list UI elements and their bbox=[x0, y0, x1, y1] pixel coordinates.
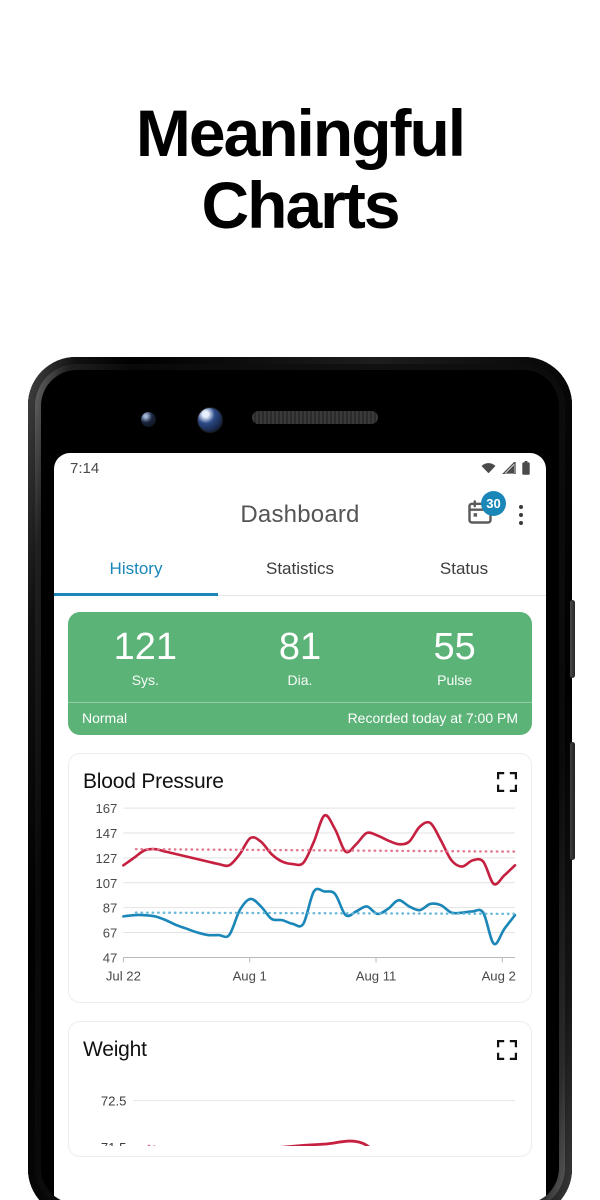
hero-line-1: Meaningful bbox=[135, 96, 466, 170]
y-axis-tick-label: 167 bbox=[95, 801, 117, 816]
y-axis-tick-label: 87 bbox=[103, 901, 118, 916]
metric-diastolic: 81 Dia. bbox=[223, 626, 378, 688]
x-axis-tick-label: Aug 1 bbox=[233, 969, 267, 984]
front-camera-secondary-icon bbox=[141, 412, 156, 427]
overflow-menu-button[interactable] bbox=[510, 500, 532, 530]
phone-power-button[interactable] bbox=[570, 600, 575, 678]
status-badge: Normal bbox=[82, 709, 128, 726]
phone-device-frame: 7:14 Dashboard 30 History Statistics Sta… bbox=[28, 357, 575, 1200]
kebab-dot bbox=[519, 505, 523, 509]
reading-metrics: 121 Sys. 81 Dia. 55 Pulse bbox=[68, 612, 532, 702]
tab-status[interactable]: Status bbox=[382, 547, 546, 595]
app-bar: Dashboard 30 bbox=[54, 483, 546, 547]
hero-line-2: Charts bbox=[201, 167, 400, 242]
hero-headline: Meaningful Charts bbox=[0, 100, 600, 242]
calendar-badge-count: 30 bbox=[481, 491, 506, 516]
y-axis-tick-label: 127 bbox=[95, 851, 117, 866]
chart-line-weight bbox=[273, 1139, 371, 1147]
x-axis-tick-label: Aug 21 bbox=[482, 969, 517, 984]
reading-footer: Normal Recorded today at 7:00 PM bbox=[68, 701, 532, 735]
phone-volume-button[interactable] bbox=[570, 742, 575, 860]
card-title: Weight bbox=[83, 1037, 147, 1061]
metric-value: 121 bbox=[113, 626, 178, 668]
latest-reading-card[interactable]: 121 Sys. 81 Dia. 55 Pulse Normal Recorde… bbox=[68, 612, 532, 735]
x-axis-tick-label: Jul 22 bbox=[106, 969, 141, 984]
card-header: Blood Pressure bbox=[83, 770, 517, 794]
x-axis-tick-label: Aug 11 bbox=[356, 969, 397, 984]
battery-icon bbox=[522, 461, 530, 475]
metric-label: Sys. bbox=[131, 671, 159, 688]
tab-statistics[interactable]: Statistics bbox=[218, 547, 382, 595]
metric-value: 55 bbox=[433, 626, 476, 668]
status-bar-clock: 7:14 bbox=[70, 459, 100, 477]
kebab-dot bbox=[519, 521, 523, 525]
card-header: Weight bbox=[83, 1038, 517, 1062]
front-camera-primary-icon bbox=[198, 408, 222, 432]
weight-card[interactable]: Weight 72.5 71.5 bbox=[68, 1020, 532, 1158]
y-axis-tick-label: 47 bbox=[103, 950, 118, 965]
y-axis-tick-label: 71.5 bbox=[101, 1140, 127, 1147]
blood-pressure-card[interactable]: Blood Pressure 167 147 127 107 87 67 47 Jul 22 A… bbox=[68, 752, 532, 1003]
chart-average-systolic bbox=[134, 847, 517, 853]
y-axis-tick-label: 147 bbox=[95, 826, 117, 841]
status-bar: 7:14 bbox=[54, 453, 546, 483]
app-bar-actions: 30 bbox=[466, 491, 536, 532]
metric-label: Dia. bbox=[287, 671, 313, 688]
chart-average-diastolic bbox=[134, 911, 517, 915]
metric-label: Pulse bbox=[437, 671, 473, 688]
metric-pulse: 55 Pulse bbox=[377, 626, 532, 688]
metric-systolic: 121 Sys. bbox=[68, 626, 223, 688]
tab-bar: History Statistics Status bbox=[54, 547, 546, 596]
app-content: 7:14 Dashboard 30 History Statistics Sta… bbox=[54, 453, 546, 1200]
card-title: Blood Pressure bbox=[83, 769, 224, 793]
weight-chart[interactable]: 72.5 71.5 bbox=[83, 1068, 517, 1147]
chart-line-diastolic bbox=[122, 887, 517, 946]
tab-active-indicator bbox=[54, 593, 218, 596]
status-bar-icons bbox=[481, 461, 530, 475]
metric-value: 81 bbox=[278, 626, 322, 668]
y-axis-tick-label: 67 bbox=[103, 925, 118, 940]
cell-signal-icon bbox=[502, 462, 516, 474]
wifi-icon bbox=[481, 462, 496, 473]
fullscreen-expand-icon[interactable] bbox=[497, 771, 517, 792]
recorded-timestamp: Recorded today at 7:00 PM bbox=[347, 709, 518, 726]
tab-history[interactable]: History bbox=[54, 547, 218, 595]
blood-pressure-chart[interactable]: 167 147 127 107 87 67 47 Jul 22 Aug 1 Aug 11 Aug 2… bbox=[83, 800, 517, 992]
calendar-button[interactable]: 30 bbox=[466, 491, 506, 532]
y-axis-tick-label: 107 bbox=[95, 876, 117, 891]
earpiece-speaker bbox=[252, 411, 378, 424]
fullscreen-expand-icon[interactable] bbox=[497, 1039, 517, 1060]
kebab-dot bbox=[519, 513, 523, 517]
y-axis-tick-label: 72.5 bbox=[101, 1093, 127, 1108]
phone-screen: 7:14 Dashboard 30 History Statistics Sta… bbox=[41, 370, 559, 1200]
app-screenshot: Meaningful Charts 7:14 Dashboard 30 Hist… bbox=[0, 0, 600, 1200]
